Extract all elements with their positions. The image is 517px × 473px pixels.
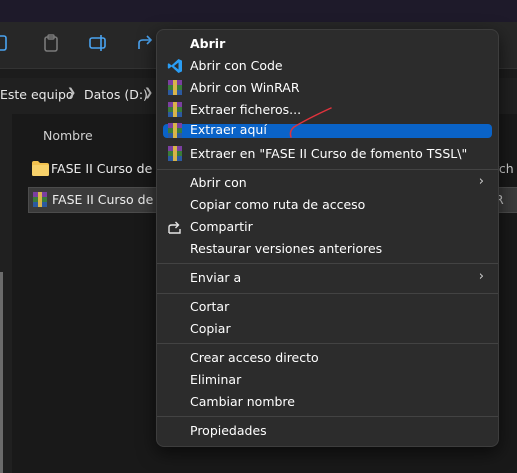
menu-item-abrir-con-winrar[interactable]: Abrir con WinRAR bbox=[163, 78, 492, 98]
menu-item-restaurar-versiones[interactable]: Restaurar versiones anteriores bbox=[163, 239, 492, 259]
menu-item-copiar-como-ruta[interactable]: Copiar como ruta de acceso bbox=[163, 195, 492, 215]
menu-separator bbox=[157, 169, 498, 170]
winrar-icon bbox=[167, 123, 183, 139]
chevron-right-icon[interactable]: ❯ bbox=[144, 86, 153, 99]
menu-item-label: Compartir bbox=[190, 219, 253, 234]
share-icon bbox=[167, 219, 183, 235]
menu-item-label: Restaurar versiones anteriores bbox=[190, 241, 383, 256]
winrar-icon bbox=[167, 80, 183, 96]
vscode-icon bbox=[167, 58, 183, 74]
menu-item-label: Copiar bbox=[190, 321, 231, 336]
menu-item-label: Abrir con WinRAR bbox=[190, 80, 300, 95]
context-menu: Abrir Abrir con Code Abrir con WinRAR Ex… bbox=[156, 29, 499, 447]
menu-separator bbox=[157, 293, 498, 294]
menu-item-label: Crear acceso directo bbox=[190, 350, 319, 365]
menu-item-enviar-a[interactable]: Enviar a › bbox=[163, 268, 492, 288]
share-icon[interactable] bbox=[135, 32, 157, 54]
menu-item-label: Eliminar bbox=[190, 372, 242, 387]
chevron-right-icon: › bbox=[478, 174, 484, 189]
menu-item-cambiar-nombre[interactable]: Cambiar nombre bbox=[163, 392, 492, 412]
menu-item-eliminar[interactable]: Eliminar bbox=[163, 370, 492, 390]
menu-item-label: Copiar como ruta de acceso bbox=[190, 197, 366, 212]
menu-item-cortar[interactable]: Cortar bbox=[163, 297, 492, 317]
paste-icon[interactable] bbox=[40, 32, 62, 54]
menu-item-abrir[interactable]: Abrir bbox=[163, 34, 492, 54]
rename-icon[interactable] bbox=[88, 32, 110, 54]
annotation-checkmark bbox=[289, 107, 332, 138]
menu-item-extraer-en[interactable]: Extraer en "FASE II Curso de fomento TSS… bbox=[163, 144, 492, 164]
column-header-name[interactable]: Nombre bbox=[43, 128, 93, 143]
navigation-scrollbar[interactable] bbox=[0, 272, 3, 473]
window-title-bar bbox=[0, 0, 517, 22]
folder-icon bbox=[32, 161, 49, 180]
menu-item-copiar[interactable]: Copiar bbox=[163, 319, 492, 339]
menu-item-label: Enviar a bbox=[190, 270, 242, 285]
menu-item-propiedades[interactable]: Propiedades bbox=[163, 421, 492, 441]
menu-item-label: Abrir con Code bbox=[190, 58, 283, 73]
menu-separator bbox=[157, 343, 498, 344]
menu-item-label: Propiedades bbox=[190, 423, 267, 438]
menu-item-abrir-con-code[interactable]: Abrir con Code bbox=[163, 56, 492, 76]
menu-item-label: Abrir bbox=[190, 36, 226, 51]
copy-icon[interactable] bbox=[0, 32, 14, 54]
menu-item-abrir-con[interactable]: Abrir con › bbox=[163, 173, 492, 193]
winrar-icon bbox=[167, 102, 183, 118]
menu-item-label: Cortar bbox=[190, 299, 230, 314]
menu-separator bbox=[157, 263, 498, 264]
breadcrumb-item-este-equipo[interactable]: Este equipo bbox=[0, 87, 74, 102]
chevron-right-icon: › bbox=[478, 269, 484, 284]
menu-item-compartir[interactable]: Compartir bbox=[163, 217, 492, 237]
menu-item-label: Abrir con bbox=[190, 175, 247, 190]
winrar-icon bbox=[167, 146, 183, 162]
menu-item-label: Cambiar nombre bbox=[190, 394, 295, 409]
chevron-right-icon[interactable]: ❯ bbox=[67, 86, 76, 99]
menu-item-label: Extraer en "FASE II Curso de fomento TSS… bbox=[190, 146, 468, 161]
menu-item-label: Extraer aquí bbox=[190, 122, 267, 137]
breadcrumb-item-datos[interactable]: Datos (D:) bbox=[84, 87, 148, 102]
menu-item-crear-acceso-directo[interactable]: Crear acceso directo bbox=[163, 348, 492, 368]
menu-separator bbox=[157, 416, 498, 417]
